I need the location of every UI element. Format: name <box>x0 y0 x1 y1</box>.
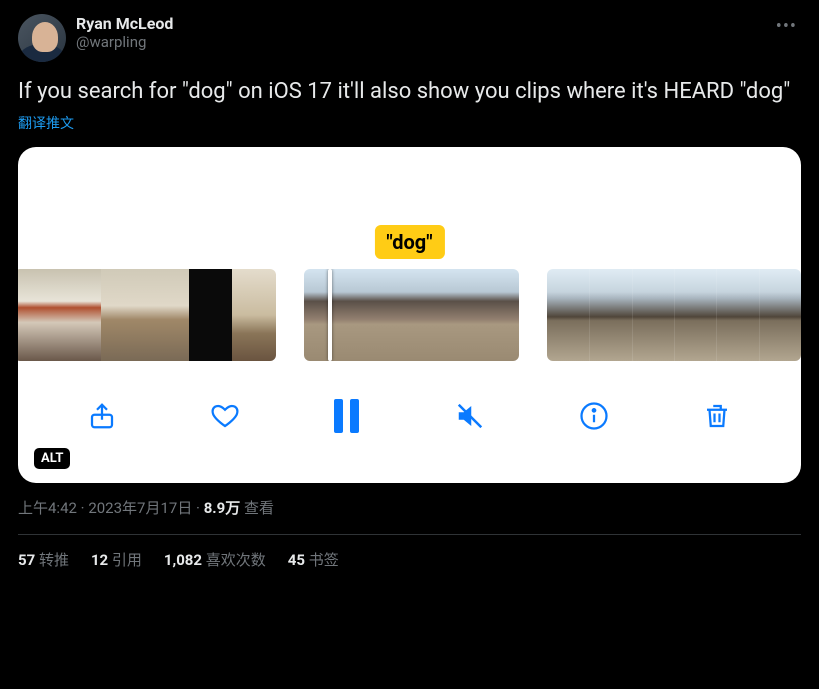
timeline-frame <box>547 269 589 361</box>
tweet-text: If you search for "dog" on iOS 17 it'll … <box>18 78 801 107</box>
timeline-frame <box>145 269 189 361</box>
timeline-frame <box>189 269 233 361</box>
timeline-frame <box>716 269 758 361</box>
pause-icon[interactable] <box>334 399 362 433</box>
timeline-frame <box>304 269 376 361</box>
attached-media[interactable]: "dog" <box>18 147 801 483</box>
timeline-frame <box>589 269 631 361</box>
heart-icon[interactable] <box>210 401 240 431</box>
tweet-header: Ryan McLeod @warpling ••• <box>18 14 801 62</box>
info-icon[interactable] <box>579 401 609 431</box>
share-icon[interactable] <box>87 401 117 431</box>
timeline-frame <box>447 269 519 361</box>
timeline-frame <box>674 269 716 361</box>
avatar[interactable] <box>18 14 66 62</box>
timeline-frame <box>632 269 674 361</box>
timeline-frame <box>18 269 58 361</box>
view-count: 8.9万 <box>204 499 241 517</box>
timeline-frame <box>759 269 801 361</box>
bookmarks-stat[interactable]: 45 书签 <box>288 549 339 570</box>
author-display-name[interactable]: Ryan McLeod <box>76 14 772 33</box>
timeline-frame <box>101 269 145 361</box>
alt-badge[interactable]: ALT <box>34 448 70 469</box>
likes-stat[interactable]: 1,082 喜欢次数 <box>164 549 266 570</box>
media-header-area: "dog" <box>18 147 801 245</box>
author-identity: Ryan McLeod @warpling <box>76 14 772 51</box>
clip-group-3[interactable] <box>547 269 801 361</box>
timeline-frame <box>232 269 276 361</box>
clip-group-1[interactable] <box>18 269 276 361</box>
trash-icon[interactable] <box>702 401 732 431</box>
view-label: 查看 <box>240 499 274 517</box>
playhead[interactable] <box>328 269 332 361</box>
tweet-meta: 上午4:42 · 2023年7月17日 · 8.9万 查看 <box>18 497 801 518</box>
quotes-stat[interactable]: 12 引用 <box>91 549 142 570</box>
more-menu-icon[interactable]: ••• <box>772 14 801 39</box>
tweet-date[interactable]: 2023年7月17日 <box>88 499 192 517</box>
divider <box>18 534 801 535</box>
tweet-container: Ryan McLeod @warpling ••• If you search … <box>0 0 819 570</box>
mute-icon[interactable] <box>455 401 485 431</box>
tweet-time[interactable]: 上午4:42 <box>18 499 77 517</box>
tweet-stats: 57 转推 12 引用 1,082 喜欢次数 45 书签 <box>18 549 801 570</box>
video-timeline[interactable] <box>18 245 801 369</box>
timeline-frame <box>376 269 448 361</box>
media-toolbar <box>18 369 801 457</box>
author-handle[interactable]: @warpling <box>76 33 772 51</box>
timeline-frame <box>58 269 102 361</box>
search-term-pill: "dog" <box>374 225 444 259</box>
clip-group-2[interactable] <box>304 269 519 361</box>
retweets-stat[interactable]: 57 转推 <box>18 549 69 570</box>
translate-link[interactable]: 翻译推文 <box>18 113 801 133</box>
